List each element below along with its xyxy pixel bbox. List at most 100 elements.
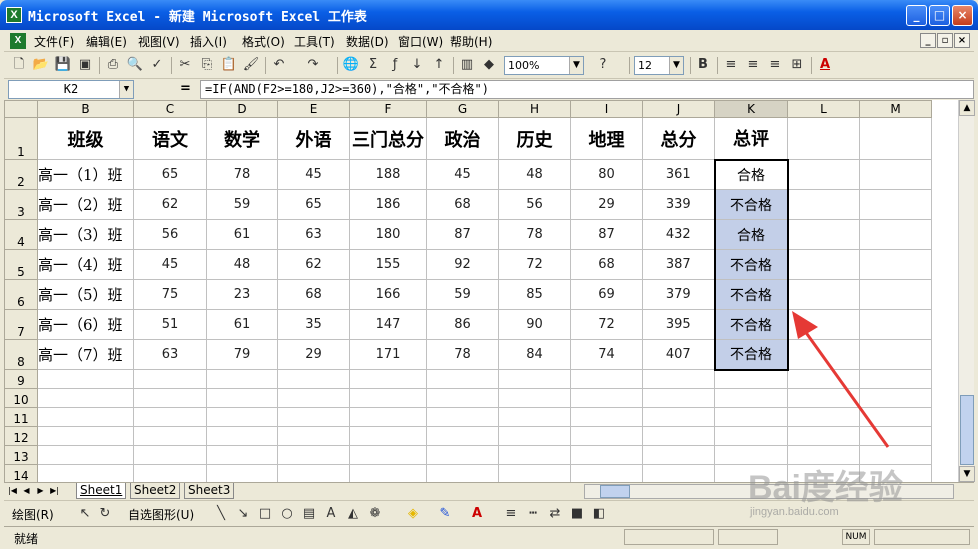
drawing-icon[interactable]: ◆: [480, 56, 498, 74]
cell[interactable]: 高一（1）班: [37, 159, 134, 190]
row-header[interactable]: 7: [4, 309, 38, 340]
cell[interactable]: 80: [570, 159, 643, 190]
cell[interactable]: [859, 189, 932, 220]
copy-icon[interactable]: ⎘: [198, 56, 216, 74]
cell[interactable]: [426, 464, 499, 482]
cell[interactable]: 35: [277, 309, 350, 340]
textbox-icon[interactable]: ▤: [300, 505, 318, 523]
cell[interactable]: [37, 464, 134, 482]
arrow-style-icon[interactable]: ⇄: [546, 505, 564, 523]
align-center-icon[interactable]: ≡: [744, 56, 762, 74]
cell[interactable]: [498, 464, 571, 482]
cell[interactable]: [349, 445, 427, 465]
selected-cell[interactable]: 合格: [713, 219, 789, 250]
menu-window[interactable]: 窗口(W): [398, 33, 443, 50]
menu-view[interactable]: 视图(V): [138, 33, 180, 50]
cell[interactable]: [277, 445, 350, 465]
cell[interactable]: 78: [426, 339, 499, 370]
cell[interactable]: [133, 464, 207, 482]
cell[interactable]: [859, 249, 932, 280]
cell[interactable]: 75: [133, 279, 207, 310]
cell[interactable]: 387: [642, 249, 715, 280]
cell[interactable]: 56: [498, 189, 571, 220]
cell[interactable]: 29: [277, 339, 350, 370]
cell[interactable]: [787, 249, 860, 280]
worksheet-grid[interactable]: B C D E F G H I J K L M 1 班级 语文 数学 外语 三门: [4, 100, 958, 482]
menu-tools[interactable]: 工具(T): [294, 33, 335, 50]
cell[interactable]: 29: [570, 189, 643, 220]
mdi-close-button[interactable]: ×: [954, 33, 970, 48]
column-header[interactable]: H: [498, 100, 571, 118]
cell[interactable]: [349, 369, 427, 389]
cell[interactable]: 79: [206, 339, 278, 370]
cell[interactable]: 历史: [498, 117, 571, 160]
font-color-icon[interactable]: A: [468, 505, 486, 523]
cell[interactable]: [714, 388, 788, 408]
cut-icon[interactable]: ✂: [176, 56, 194, 74]
menu-data[interactable]: 数据(D): [346, 33, 389, 50]
next-sheet-icon[interactable]: ▶: [34, 484, 47, 498]
cell[interactable]: [277, 407, 350, 427]
column-header[interactable]: C: [133, 100, 207, 118]
selected-cell[interactable]: 不合格: [713, 189, 789, 220]
cell[interactable]: [642, 464, 715, 482]
row-header[interactable]: 14: [4, 464, 38, 482]
cell[interactable]: 61: [206, 219, 278, 250]
autosum-icon[interactable]: Σ: [364, 56, 382, 74]
cell[interactable]: [277, 464, 350, 482]
cell[interactable]: [426, 369, 499, 389]
cell[interactable]: [349, 388, 427, 408]
cell[interactable]: 高一（7）班: [37, 339, 134, 370]
cell[interactable]: 45: [133, 249, 207, 280]
cell[interactable]: 432: [642, 219, 715, 250]
cell[interactable]: [206, 445, 278, 465]
last-sheet-icon[interactable]: ▶|: [48, 484, 61, 498]
shadow-icon[interactable]: ■: [568, 505, 586, 523]
cell[interactable]: 63: [277, 219, 350, 250]
arrow-icon[interactable]: ↘: [234, 505, 252, 523]
cell[interactable]: 90: [498, 309, 571, 340]
cell[interactable]: [206, 464, 278, 482]
cell[interactable]: 三门总分: [349, 117, 427, 160]
open-icon[interactable]: 📂: [32, 56, 50, 74]
cell[interactable]: [133, 445, 207, 465]
select-objects-icon[interactable]: ↖: [76, 505, 94, 523]
column-header[interactable]: E: [277, 100, 350, 118]
cell[interactable]: [714, 426, 788, 446]
chart-wizard-icon[interactable]: ▥: [458, 56, 476, 74]
cell[interactable]: 地理: [570, 117, 643, 160]
cell[interactable]: 数学: [206, 117, 278, 160]
column-header[interactable]: G: [426, 100, 499, 118]
column-header[interactable]: B: [37, 100, 134, 118]
oval-icon[interactable]: ○: [278, 505, 296, 523]
dash-style-icon[interactable]: ┅: [524, 505, 542, 523]
cell[interactable]: 85: [498, 279, 571, 310]
cell[interactable]: [349, 407, 427, 427]
cell[interactable]: [570, 464, 643, 482]
cell[interactable]: 61: [206, 309, 278, 340]
cell[interactable]: 339: [642, 189, 715, 220]
cell[interactable]: [426, 407, 499, 427]
tab-sheet3[interactable]: Sheet3: [184, 483, 235, 499]
active-cell[interactable]: 合格: [713, 158, 789, 190]
cell[interactable]: [859, 445, 932, 465]
mdi-restore-button[interactable]: ▫: [937, 33, 953, 48]
cell[interactable]: 外语: [277, 117, 350, 160]
scroll-up-icon[interactable]: ▲: [959, 100, 975, 116]
cell[interactable]: 166: [349, 279, 427, 310]
cell[interactable]: [277, 388, 350, 408]
autoshapes-button[interactable]: 自选图形(U): [128, 506, 194, 523]
cell[interactable]: [570, 407, 643, 427]
cell[interactable]: [787, 309, 860, 340]
cell[interactable]: [133, 369, 207, 389]
cell[interactable]: 171: [349, 339, 427, 370]
diagram-icon[interactable]: ◭: [344, 505, 362, 523]
cell[interactable]: 总分: [642, 117, 715, 160]
cell[interactable]: [37, 369, 134, 389]
cell[interactable]: [787, 159, 860, 190]
cell[interactable]: [859, 117, 932, 160]
row-header[interactable]: 12: [4, 426, 38, 446]
row-header[interactable]: 3: [4, 189, 38, 220]
cell[interactable]: [642, 426, 715, 446]
zoom-select[interactable]: 100% ▼: [504, 56, 584, 75]
